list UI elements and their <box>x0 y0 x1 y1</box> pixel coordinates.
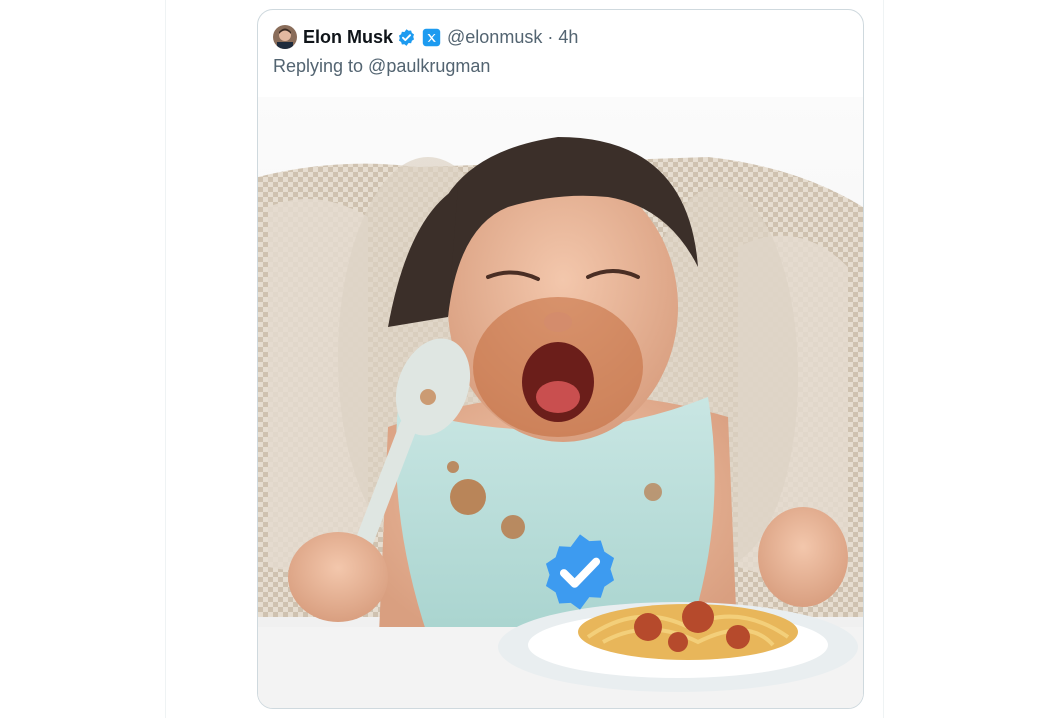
replying-to-text[interactable]: Replying to @paulkrugman <box>273 56 490 77</box>
separator-dot: · <box>547 26 554 47</box>
crying-toddler-with-spaghetti-photo <box>258 97 863 708</box>
verified-check-badge-icon <box>545 534 615 610</box>
avatar[interactable] <box>273 25 297 49</box>
tweet-header: Elon Musk @elonmusk · 4h <box>273 25 578 49</box>
tweet-media-image[interactable] <box>258 97 863 708</box>
verified-badge-icon[interactable] <box>397 28 416 47</box>
page: Elon Musk @elonmusk · 4h Replying to @pa… <box>0 0 1050 718</box>
display-name[interactable]: Elon Musk <box>303 27 393 48</box>
x-logo-badge-icon[interactable] <box>422 28 441 47</box>
tweet-timestamp[interactable]: 4h <box>558 27 578 48</box>
quoted-tweet-card[interactable]: Elon Musk @elonmusk · 4h Replying to @pa… <box>257 9 864 709</box>
author-handle[interactable]: @elonmusk <box>447 27 542 48</box>
